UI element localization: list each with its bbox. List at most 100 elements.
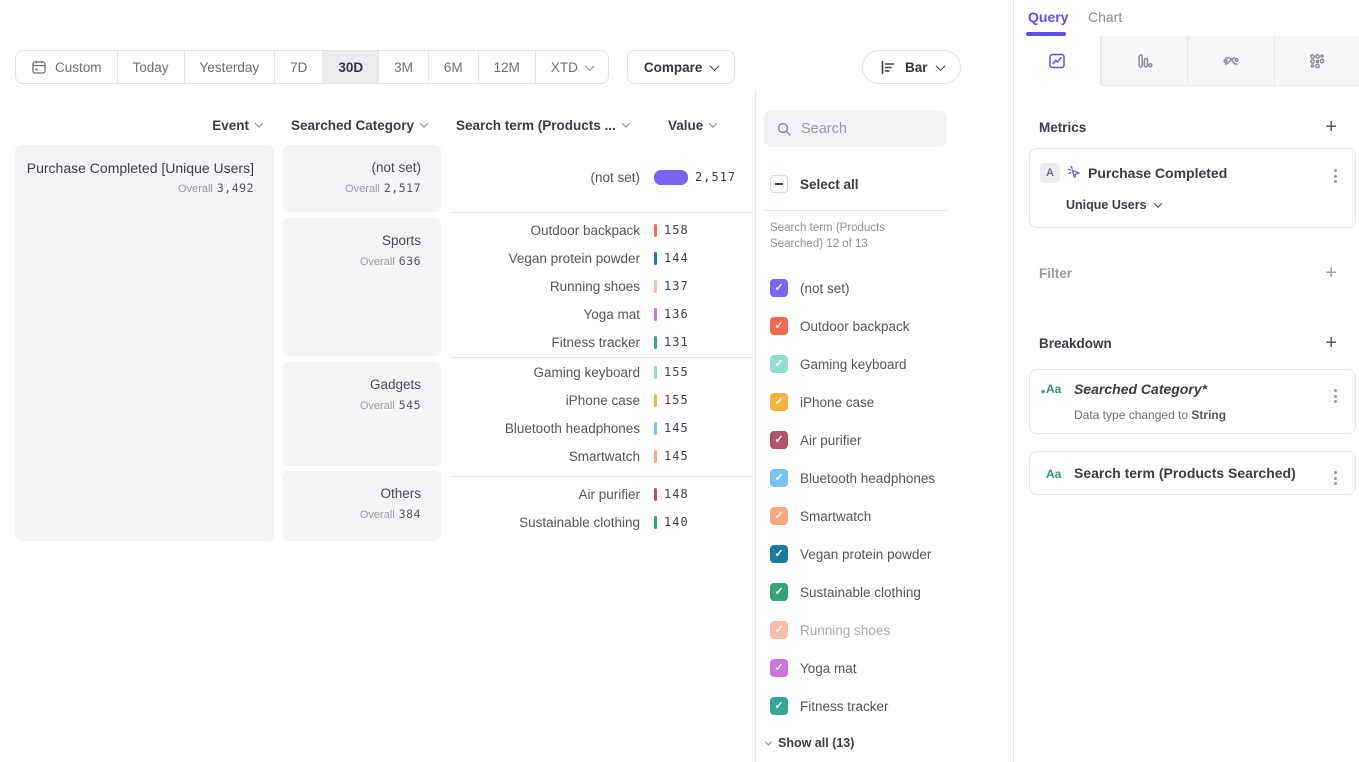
- legend-item[interactable]: ✓ (not set): [770, 278, 850, 298]
- select-all-checkbox[interactable]: [770, 175, 788, 193]
- flows-icon: [1221, 51, 1241, 71]
- active-tab-underline: [1026, 32, 1066, 36]
- date-range-30d-selected[interactable]: 30D: [322, 51, 378, 83]
- tab-flows[interactable]: [1187, 36, 1274, 86]
- legend-item[interactable]: ✓iPhone case: [770, 392, 874, 412]
- check-icon: ✓: [774, 549, 783, 560]
- checkbox[interactable]: ✓: [770, 279, 788, 297]
- checkbox[interactable]: ✓: [770, 507, 788, 525]
- search-input[interactable]: [801, 121, 921, 137]
- date-range-today[interactable]: Today: [117, 51, 184, 83]
- date-range-label: Custom: [55, 60, 102, 75]
- add-metric-button[interactable]: +: [1325, 118, 1337, 136]
- check-icon: ✓: [774, 435, 783, 446]
- compare-label: Compare: [644, 60, 703, 75]
- search-term-label: Smartwatch: [450, 449, 640, 464]
- column-header-label: Value: [668, 118, 703, 133]
- breakdown-header: Breakdown +: [1039, 332, 1337, 354]
- chevron-down-icon: [709, 119, 717, 127]
- overall-label: Overall: [360, 400, 395, 412]
- legend-item[interactable]: ✓Smartwatch: [770, 506, 871, 526]
- add-filter-button[interactable]: +: [1325, 264, 1337, 282]
- tab-insights[interactable]: [1014, 36, 1101, 86]
- kebab-menu-icon[interactable]: [1330, 467, 1341, 489]
- value-bar: [654, 224, 657, 237]
- check-icon: ✓: [774, 359, 783, 370]
- legend-item[interactable]: ✓Gaming keyboard: [770, 354, 907, 374]
- checkbox[interactable]: ✓: [770, 355, 788, 373]
- date-range-yesterday[interactable]: Yesterday: [184, 51, 275, 83]
- compare-button[interactable]: Compare: [627, 50, 736, 84]
- search-term-label: Vegan protein powder: [450, 251, 640, 266]
- value-bar: [654, 280, 657, 293]
- chevron-down-icon: [622, 119, 630, 127]
- search-term-label: Bluetooth headphones: [450, 421, 640, 436]
- metric-card[interactable]: A Purchase Completed Unique Users: [1029, 148, 1356, 228]
- legend-item-label: (not set): [800, 281, 850, 296]
- measure-dropdown[interactable]: Unique Users: [1066, 198, 1161, 212]
- event-cell: Purchase Completed [Unique Users] Overal…: [15, 145, 274, 541]
- breakdown-card[interactable]: Aa Search term (Products Searched): [1029, 451, 1356, 495]
- checkbox[interactable]: ✓: [770, 583, 788, 601]
- legend-item[interactable]: ✓Bluetooth headphones: [770, 468, 935, 488]
- overall-label: Overall: [360, 509, 395, 521]
- tab-chart[interactable]: Chart: [1088, 9, 1122, 25]
- legend-item[interactable]: ✓Running shoes: [770, 620, 890, 640]
- date-range-7d[interactable]: 7D: [274, 51, 322, 83]
- category-name: (not set): [293, 159, 421, 177]
- checkbox[interactable]: ✓: [770, 621, 788, 639]
- date-range-3m[interactable]: 3M: [378, 51, 428, 83]
- legend-item[interactable]: ✓Air purifier: [770, 430, 862, 450]
- legend-item[interactable]: ✓Vegan protein powder: [770, 544, 931, 564]
- search-term-label: Running shoes: [450, 279, 640, 294]
- bar-chart-icon: [879, 59, 896, 76]
- show-all-button[interactable]: Show all (13): [766, 733, 854, 753]
- legend-item[interactable]: ✓Yoga mat: [770, 658, 857, 678]
- tab-query[interactable]: Query: [1028, 9, 1068, 25]
- chevron-down-icon: [584, 61, 594, 71]
- date-range-12m[interactable]: 12M: [478, 51, 535, 83]
- chevron-down-icon: [255, 119, 263, 127]
- column-header-event[interactable]: Event: [15, 116, 262, 134]
- metrics-heading: Metrics: [1039, 120, 1086, 135]
- measure-label: Unique Users: [1066, 198, 1147, 212]
- kebab-menu-icon[interactable]: [1330, 165, 1341, 187]
- checkbox[interactable]: ✓: [770, 697, 788, 715]
- divider: [764, 210, 947, 211]
- date-range-xtd[interactable]: XTD: [535, 51, 608, 83]
- value-bar: [654, 366, 657, 379]
- legend-item[interactable]: ✓Outdoor backpack: [770, 316, 910, 336]
- chart-type-label: Bar: [905, 60, 928, 75]
- event-overall: Overall3,492: [25, 181, 254, 195]
- column-header-term[interactable]: Search term (Products ...: [456, 116, 629, 134]
- legend-caption: Search term (Products Searched) 12 of 13: [770, 220, 940, 252]
- metric-event-name[interactable]: Purchase Completed: [1088, 165, 1227, 181]
- kebab-menu-icon[interactable]: [1330, 385, 1341, 407]
- tab-retention[interactable]: [1274, 36, 1359, 86]
- column-header-category[interactable]: Searched Category: [283, 116, 427, 134]
- checkbox[interactable]: ✓: [770, 317, 788, 335]
- checkbox[interactable]: ✓: [770, 431, 788, 449]
- add-breakdown-button[interactable]: +: [1325, 334, 1337, 352]
- checkbox[interactable]: ✓: [770, 545, 788, 563]
- category-cell: Others Overall384: [283, 471, 441, 541]
- chevron-down-icon: [420, 119, 428, 127]
- breakdown-card[interactable]: Aa* Searched Category* Data type changed…: [1029, 369, 1356, 434]
- checkbox[interactable]: ✓: [770, 469, 788, 487]
- date-range-custom[interactable]: Custom: [16, 51, 117, 83]
- chart-type-button[interactable]: Bar: [862, 50, 961, 84]
- legend-search: [764, 110, 947, 147]
- legend-item[interactable]: ✓Fitness tracker: [770, 696, 889, 716]
- legend-item[interactable]: ✓Sustainable clothing: [770, 582, 921, 602]
- overall-label: Overall: [360, 256, 395, 268]
- checkbox[interactable]: ✓: [770, 393, 788, 411]
- report-type-tabs: [1014, 36, 1359, 86]
- select-all[interactable]: Select all: [770, 174, 859, 194]
- value-label: 155: [664, 365, 689, 379]
- date-range-6m[interactable]: 6M: [428, 51, 478, 83]
- checkbox[interactable]: ✓: [770, 659, 788, 677]
- tab-funnels[interactable]: [1101, 36, 1188, 86]
- overall-value: 384: [399, 507, 421, 521]
- column-header-label: Event: [212, 118, 249, 133]
- column-header-value[interactable]: Value: [668, 116, 716, 134]
